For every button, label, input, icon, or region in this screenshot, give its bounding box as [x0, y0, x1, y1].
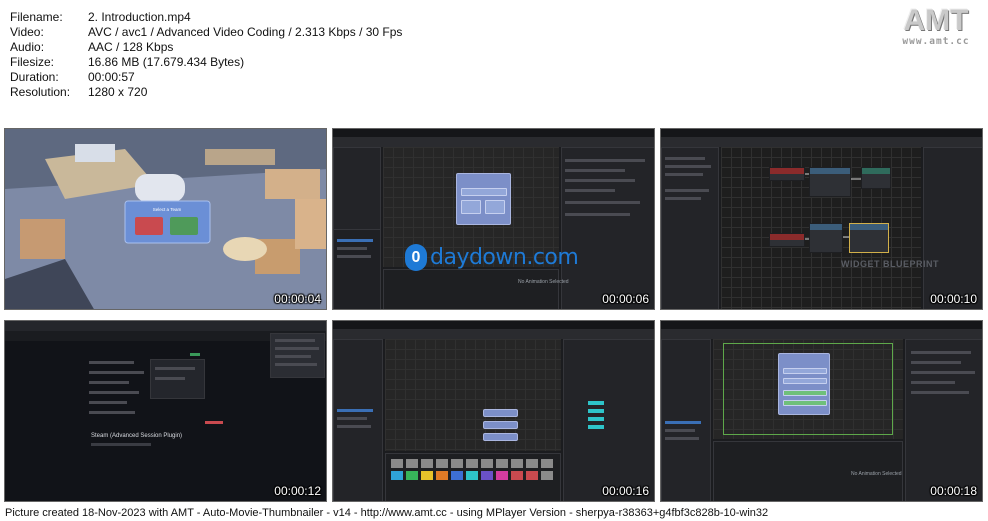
thumbnail-timestamp: 00:00:06 — [602, 292, 649, 306]
thumbnail-timestamp: 00:00:04 — [274, 292, 321, 306]
thumbnail-5: 00:00:16 — [332, 320, 655, 502]
footer-credit: Picture created 18-Nov-2023 with AMT - A… — [5, 507, 769, 519]
info-row-resolution: Resolution: 1280 x 720 — [10, 85, 402, 100]
daydown-watermark: 0 daydown.com — [405, 244, 579, 271]
thumbnail-timestamp: 00:00:10 — [930, 292, 977, 306]
no-animation-label: No Animation Selected — [851, 471, 902, 477]
info-value: AAC / 128 Kbps — [88, 40, 174, 54]
info-value: 1280 x 720 — [88, 85, 148, 99]
info-row-filename: Filename: 2. Introduction.mp4 — [10, 10, 402, 25]
file-info: Filename: 2. Introduction.mp4 Video: AVC… — [10, 10, 402, 100]
blueprint-wires — [805, 173, 861, 240]
daydown-logo-icon: 0 — [405, 244, 427, 271]
thumbnail-4: Steam (Advanced Session Plugin) 00:00:12 — [4, 320, 327, 502]
game-menu-title: Select a Team — [153, 207, 182, 212]
info-key: Duration: — [10, 70, 59, 84]
info-key: Video: — [10, 25, 44, 39]
info-row-duration: Duration: 00:00:57 — [10, 70, 402, 85]
daydown-watermark-text: daydown.com — [430, 245, 579, 270]
plugin-title: Steam (Advanced Session Plugin) — [91, 433, 183, 439]
info-key: Audio: — [10, 40, 45, 54]
info-key: Filesize: — [10, 55, 55, 69]
widget-blueprint-label: WIDGET BLUEPRINT — [841, 259, 939, 269]
info-value: AVC / avc1 / Advanced Video Coding / 2.3… — [88, 25, 403, 39]
amt-logo: AMT www.amt.cc — [894, 4, 978, 48]
thumbnail-timestamp: 00:00:16 — [602, 484, 649, 498]
info-key: Filename: — [10, 10, 63, 24]
info-value: 16.86 MB (17.679.434 Bytes) — [88, 55, 245, 69]
thumbnail-3: WIDGET BLUEPRINT 00:00:10 — [660, 128, 983, 310]
info-row-video: Video: AVC / avc1 / Advanced Video Codin… — [10, 25, 402, 40]
info-key: Resolution: — [10, 85, 71, 99]
thumbnail-timestamp: 00:00:12 — [274, 484, 321, 498]
thumbnail-6: No Animation Selected 00:00:18 — [660, 320, 983, 502]
game-scene: Select a Team — [5, 129, 326, 309]
thumbnail-1: Select a Team 00:00:04 — [4, 128, 327, 310]
color-swatch-grid — [391, 459, 553, 480]
info-row-filesize: Filesize: 16.86 MB (17.679.434 Bytes) — [10, 55, 402, 70]
info-value: 2. Introduction.mp4 — [88, 10, 191, 24]
amt-logo-mark: AMT — [903, 4, 969, 37]
info-value: 00:00:57 — [88, 70, 135, 84]
thumbnail-timestamp: 00:00:18 — [930, 484, 977, 498]
amt-logo-url: www.amt.cc — [902, 36, 970, 47]
no-animation-label: No Animation Selected — [518, 279, 569, 285]
thumbnail-2: No Animation Selected 00:00:06 — [332, 128, 655, 310]
info-row-audio: Audio: AAC / 128 Kbps — [10, 40, 402, 55]
